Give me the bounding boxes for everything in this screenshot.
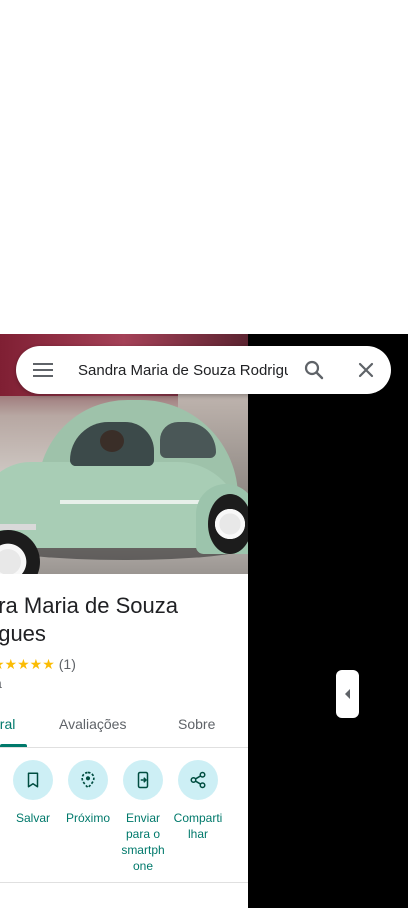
- menu-icon: [33, 363, 53, 365]
- bookmark-icon: [27, 772, 39, 788]
- search-button[interactable]: [302, 358, 326, 382]
- star-rating-icon: ★★★★★: [0, 655, 55, 672]
- action-buttons: Salvar Próximo Enviar para o smartph one: [0, 754, 248, 884]
- send-to-phone-label: Enviar para o smartph one: [121, 811, 165, 873]
- rating-row[interactable]: ★★★★★ (1): [0, 655, 76, 673]
- place-panel: dra Maria de Souza rigues ★★★★★ (1) a er…: [0, 334, 248, 908]
- search-bar: [16, 346, 391, 394]
- send-to-phone-button[interactable]: Enviar para o smartph one: [115, 760, 171, 874]
- tab-about[interactable]: Sobre: [178, 716, 215, 732]
- nearby-button[interactable]: Próximo: [60, 760, 116, 826]
- search-icon: [304, 360, 324, 380]
- chevron-left-icon: [344, 689, 350, 699]
- send-to-phone-icon: [137, 771, 149, 789]
- tab-bar: eral Avaliações Sobre: [0, 706, 248, 748]
- place-category[interactable]: a: [0, 675, 2, 691]
- close-icon: [358, 362, 374, 378]
- tab-overview[interactable]: eral: [0, 716, 15, 732]
- collapse-panel-button[interactable]: [336, 670, 359, 718]
- save-button[interactable]: Salvar: [5, 760, 61, 826]
- share-icon: [190, 771, 206, 789]
- nearby-icon: [81, 771, 95, 789]
- share-label: Comparti lhar: [173, 811, 223, 841]
- blank-area: [0, 0, 408, 334]
- active-tab-indicator: [0, 744, 27, 747]
- divider: [0, 882, 248, 883]
- place-title: dra Maria de Souza rigues: [0, 593, 178, 646]
- clear-search-button[interactable]: [354, 358, 378, 382]
- search-input[interactable]: [78, 358, 288, 382]
- tab-reviews[interactable]: Avaliações: [59, 716, 126, 732]
- nearby-label: Próximo: [65, 811, 110, 825]
- map-canvas[interactable]: [248, 334, 408, 908]
- save-label: Salvar: [15, 811, 50, 825]
- share-button[interactable]: Comparti lhar: [170, 760, 226, 842]
- review-count[interactable]: (1): [59, 656, 76, 672]
- menu-button[interactable]: [30, 358, 56, 382]
